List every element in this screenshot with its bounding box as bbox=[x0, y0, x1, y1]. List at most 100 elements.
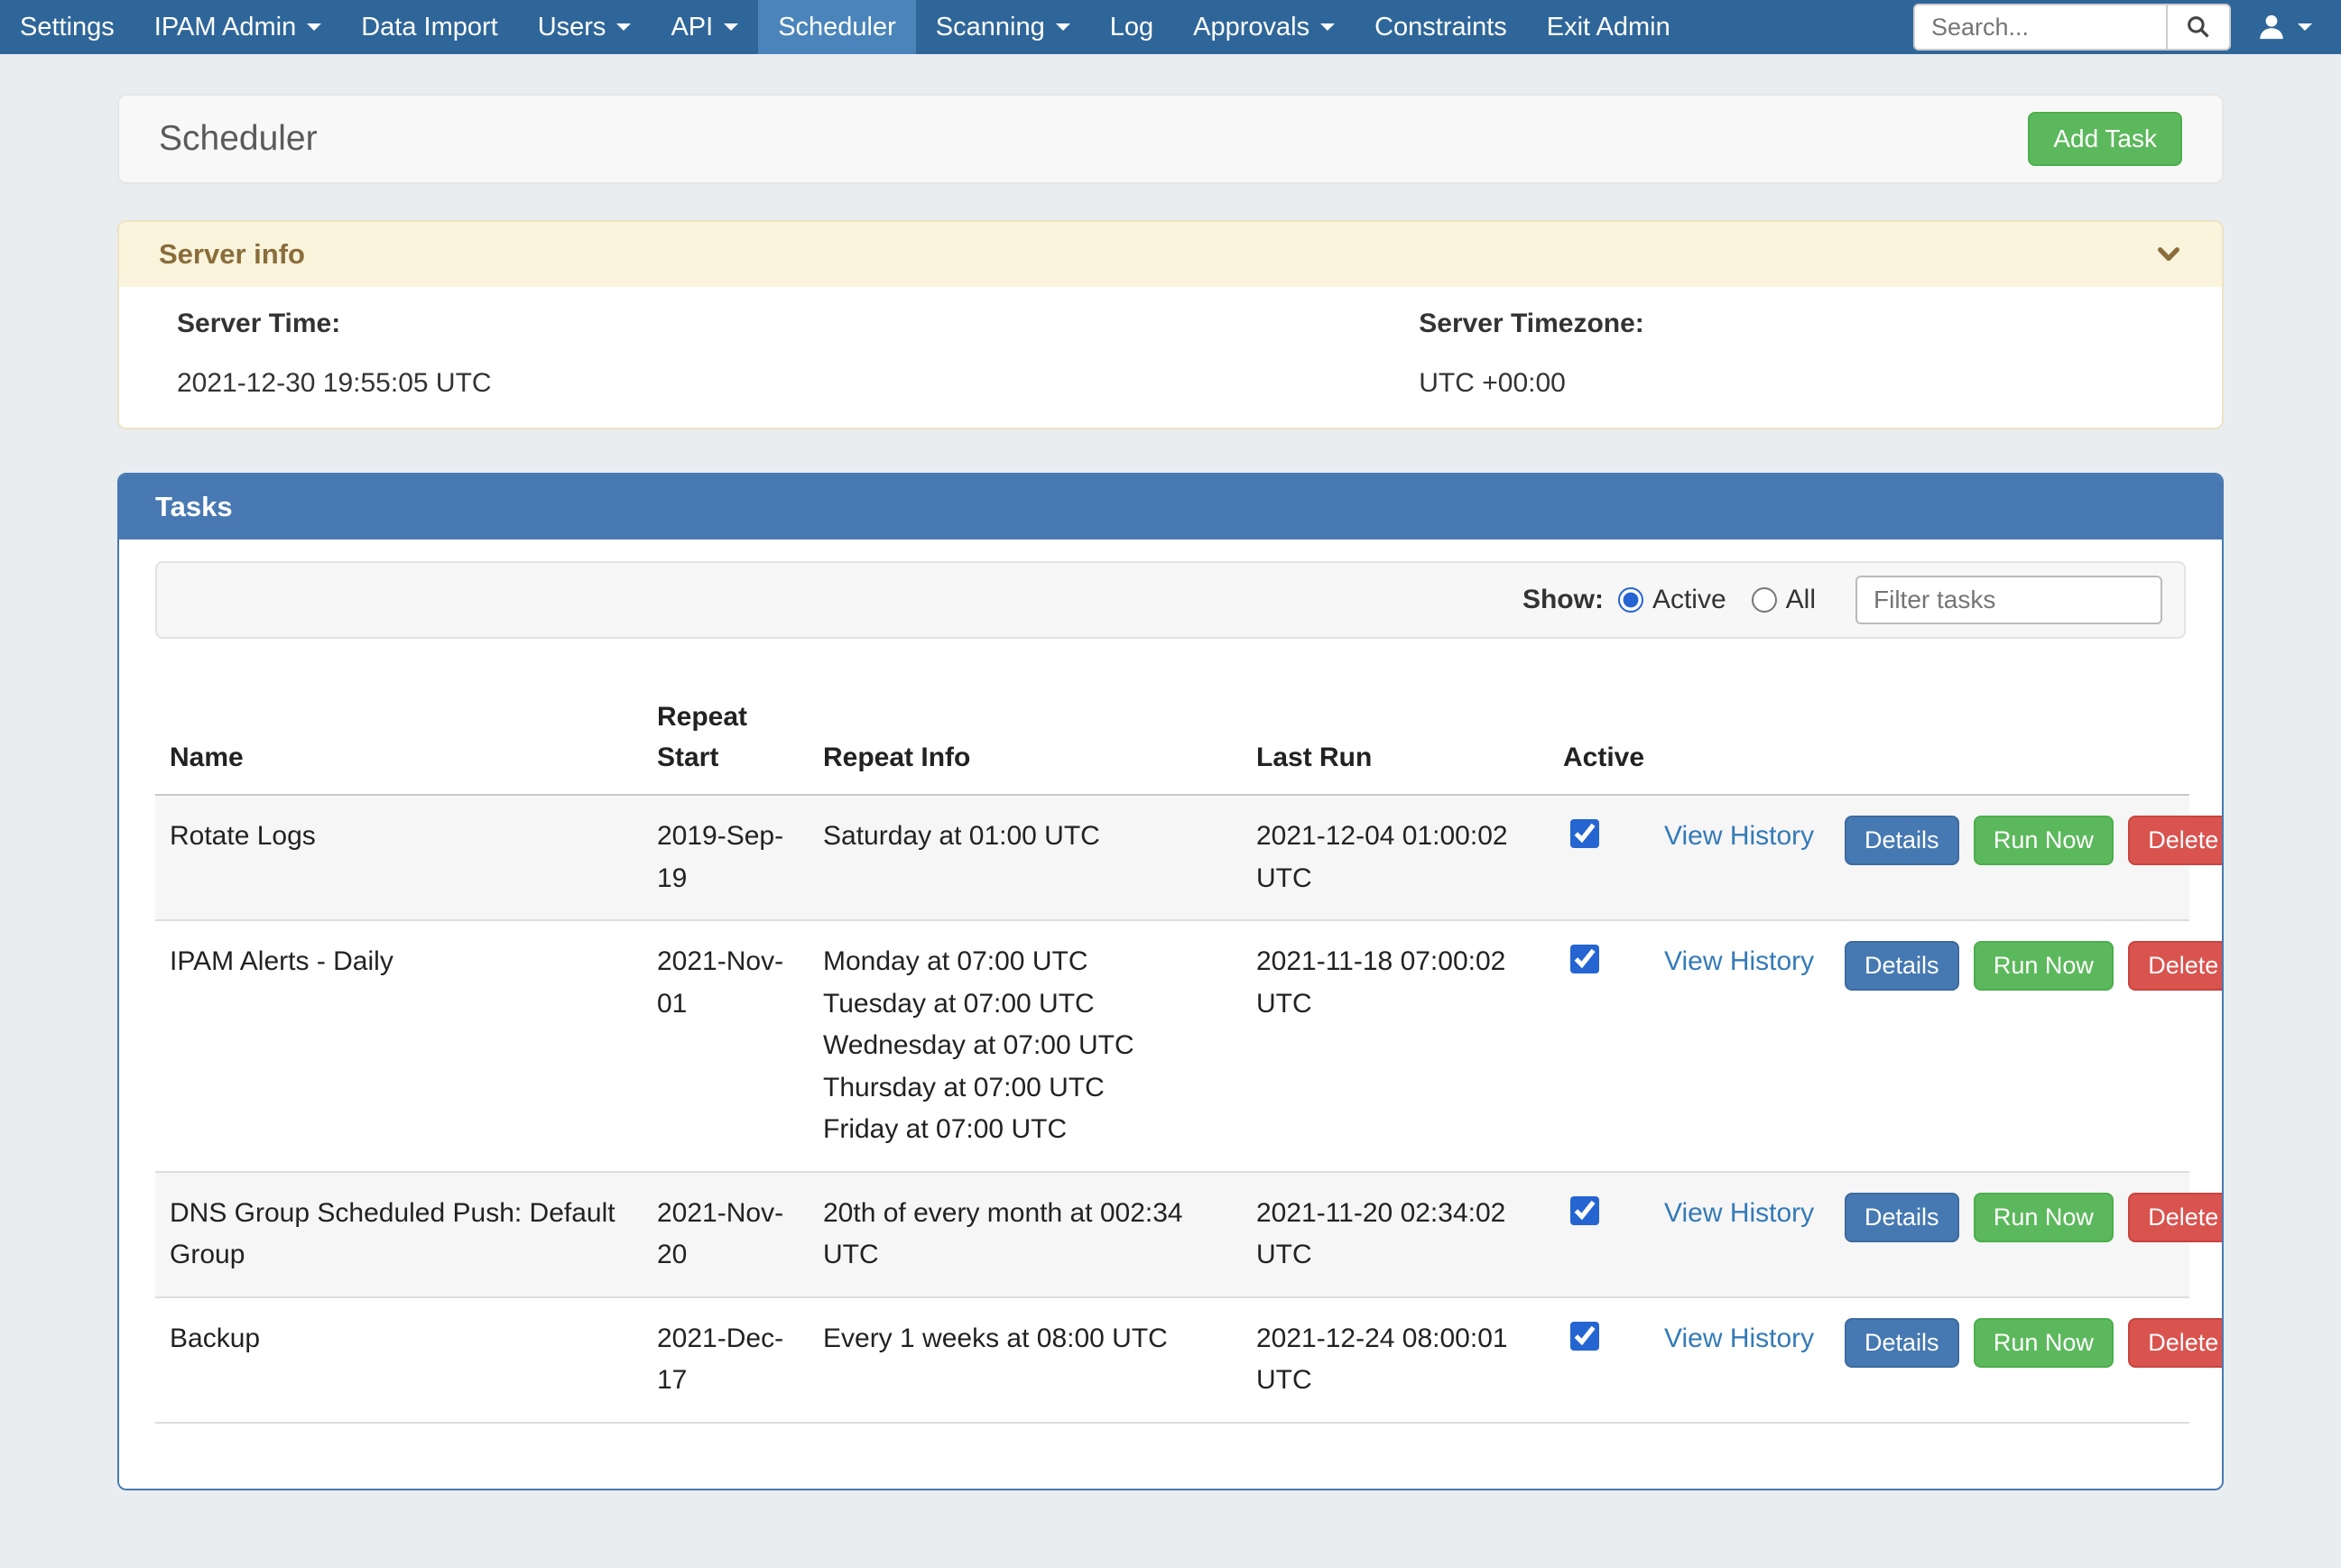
nav-item-exit-admin[interactable]: Exit Admin bbox=[1527, 0, 1690, 54]
scheduler-header-panel: Scheduler Add Task bbox=[117, 94, 2224, 184]
show-label: Show: bbox=[1522, 585, 1604, 615]
nav-item-data-import[interactable]: Data Import bbox=[341, 0, 518, 54]
server-info-panel: Server info Server Time: 2021-12-30 19:5… bbox=[117, 220, 2224, 429]
delete-button[interactable]: Delete bbox=[2128, 941, 2224, 991]
details-button[interactable]: Details bbox=[1845, 816, 1959, 865]
col-header-history bbox=[1650, 686, 1830, 795]
nav-item-constraints[interactable]: Constraints bbox=[1355, 0, 1527, 54]
table-header-row: Name Repeat Start Repeat Info Last Run A… bbox=[155, 686, 2189, 795]
task-row: DNS Group Scheduled Push: Default Group … bbox=[155, 1172, 2189, 1297]
task-repeat-info: 20th of every month at 002:34 UTC bbox=[809, 1172, 1242, 1297]
filter-bar: Show: Active All bbox=[155, 561, 2186, 639]
nav-item-approvals[interactable]: Approvals bbox=[1173, 0, 1355, 54]
server-time-label: Server Time: bbox=[177, 309, 1419, 339]
chevron-down-icon[interactable] bbox=[2155, 241, 2182, 268]
task-last-run: 2021-11-18 07:00:02 UTC bbox=[1242, 920, 1549, 1172]
nav-item-users[interactable]: Users bbox=[518, 0, 652, 54]
col-header-actions bbox=[1830, 686, 2189, 795]
delete-button[interactable]: Delete bbox=[2128, 1318, 2224, 1368]
col-header-active: Active bbox=[1549, 686, 1650, 795]
task-last-run: 2021-11-20 02:34:02 UTC bbox=[1242, 1172, 1549, 1297]
radio-all-input[interactable] bbox=[1752, 587, 1777, 613]
server-timezone-label: Server Timezone: bbox=[1419, 309, 2164, 339]
task-active-checkbox[interactable] bbox=[1570, 945, 1599, 973]
radio-active[interactable]: Active bbox=[1618, 585, 1726, 615]
task-name: Rotate Logs bbox=[155, 795, 643, 920]
user-menu-button[interactable] bbox=[2253, 5, 2316, 50]
col-header-last-run: Last Run bbox=[1242, 686, 1549, 795]
caret-down-icon bbox=[616, 23, 631, 31]
filter-tasks-input[interactable] bbox=[1855, 576, 2162, 624]
radio-active-input[interactable] bbox=[1618, 587, 1643, 613]
main-content: Scheduler Add Task Server info Server Ti… bbox=[117, 54, 2224, 1490]
add-task-button[interactable]: Add Task bbox=[2028, 112, 2182, 166]
search-button[interactable] bbox=[2166, 4, 2231, 51]
nav-item-scheduler[interactable]: Scheduler bbox=[758, 0, 916, 54]
details-button[interactable]: Details bbox=[1845, 1193, 1959, 1242]
server-time-block: Server Time: 2021-12-30 19:55:05 UTC bbox=[177, 309, 1419, 399]
nav-item-settings[interactable]: Settings bbox=[0, 0, 134, 54]
caret-down-icon bbox=[1056, 23, 1070, 31]
task-name: Backup bbox=[155, 1297, 643, 1423]
run-now-button[interactable]: Run Now bbox=[1974, 941, 2114, 991]
task-last-run: 2021-12-04 01:00:02 UTC bbox=[1242, 795, 1549, 920]
view-history-link[interactable]: View History bbox=[1664, 946, 1814, 976]
task-repeat-start: 2021-Nov-20 bbox=[643, 1172, 809, 1297]
caret-down-icon bbox=[724, 23, 738, 31]
search-icon bbox=[2186, 14, 2211, 40]
user-icon bbox=[2256, 12, 2287, 42]
task-repeat-start: 2021-Nov-01 bbox=[643, 920, 809, 1172]
page-title: Scheduler bbox=[159, 119, 318, 159]
view-history-link[interactable]: View History bbox=[1664, 1324, 1814, 1353]
tasks-panel-body: Show: Active All bbox=[119, 540, 2222, 1489]
caret-down-icon bbox=[2298, 23, 2312, 31]
task-last-run: 2021-12-24 08:00:01 UTC bbox=[1242, 1297, 1549, 1423]
run-now-button[interactable]: Run Now bbox=[1974, 816, 2114, 865]
task-repeat-info: Every 1 weeks at 08:00 UTC bbox=[809, 1297, 1242, 1423]
server-timezone-value: UTC +00:00 bbox=[1419, 368, 2164, 399]
server-time-value: 2021-12-30 19:55:05 UTC bbox=[177, 368, 1419, 399]
task-name: IPAM Alerts - Daily bbox=[155, 920, 643, 1172]
page: Settings IPAM Admin Data Import Users AP… bbox=[0, 0, 2341, 1568]
delete-button[interactable]: Delete bbox=[2128, 1193, 2224, 1242]
searchbox bbox=[1913, 4, 2231, 51]
task-repeat-info: Saturday at 01:00 UTC bbox=[809, 795, 1242, 920]
task-name: DNS Group Scheduled Push: Default Group bbox=[155, 1172, 643, 1297]
server-info-header[interactable]: Server info bbox=[119, 222, 2222, 287]
delete-button[interactable]: Delete bbox=[2128, 816, 2224, 865]
navbar: Settings IPAM Admin Data Import Users AP… bbox=[0, 0, 2341, 54]
server-info-title: Server info bbox=[159, 238, 305, 271]
nav-item-scanning[interactable]: Scanning bbox=[916, 0, 1090, 54]
caret-down-icon bbox=[307, 23, 321, 31]
task-repeat-start: 2019-Sep-19 bbox=[643, 795, 809, 920]
nav-item-ipam-admin[interactable]: IPAM Admin bbox=[134, 0, 341, 54]
run-now-button[interactable]: Run Now bbox=[1974, 1318, 2114, 1368]
nav-item-log[interactable]: Log bbox=[1090, 0, 1173, 54]
nav-item-api[interactable]: API bbox=[651, 0, 758, 54]
task-row: Backup 2021-Dec-17 Every 1 weeks at 08:0… bbox=[155, 1297, 2189, 1423]
task-active-checkbox[interactable] bbox=[1570, 1322, 1599, 1351]
nav-menu: Settings IPAM Admin Data Import Users AP… bbox=[0, 0, 1690, 54]
view-history-link[interactable]: View History bbox=[1664, 821, 1814, 851]
task-repeat-start: 2021-Dec-17 bbox=[643, 1297, 809, 1423]
navbar-right bbox=[1913, 0, 2341, 54]
task-row: IPAM Alerts - Daily 2021-Nov-01 Monday a… bbox=[155, 920, 2189, 1172]
col-header-repeat-start: Repeat Start bbox=[643, 686, 809, 795]
tasks-table: Name Repeat Start Repeat Info Last Run A… bbox=[155, 686, 2189, 1424]
task-active-checkbox[interactable] bbox=[1570, 819, 1599, 848]
details-button[interactable]: Details bbox=[1845, 941, 1959, 991]
view-history-link[interactable]: View History bbox=[1664, 1198, 1814, 1228]
details-button[interactable]: Details bbox=[1845, 1318, 1959, 1368]
tasks-panel: Tasks Show: Active All bbox=[117, 473, 2224, 1490]
tasks-panel-title: Tasks bbox=[119, 475, 2222, 540]
task-row: Rotate Logs 2019-Sep-19 Saturday at 01:0… bbox=[155, 795, 2189, 920]
radio-all[interactable]: All bbox=[1752, 585, 1816, 615]
col-header-name: Name bbox=[155, 686, 643, 795]
task-active-checkbox[interactable] bbox=[1570, 1196, 1599, 1225]
caret-down-icon bbox=[1320, 23, 1335, 31]
server-info-body: Server Time: 2021-12-30 19:55:05 UTC Ser… bbox=[119, 287, 2222, 428]
run-now-button[interactable]: Run Now bbox=[1974, 1193, 2114, 1242]
server-timezone-block: Server Timezone: UTC +00:00 bbox=[1419, 309, 2164, 399]
search-input[interactable] bbox=[1913, 4, 2166, 51]
task-repeat-info: Monday at 07:00 UTC Tuesday at 07:00 UTC… bbox=[809, 920, 1242, 1172]
